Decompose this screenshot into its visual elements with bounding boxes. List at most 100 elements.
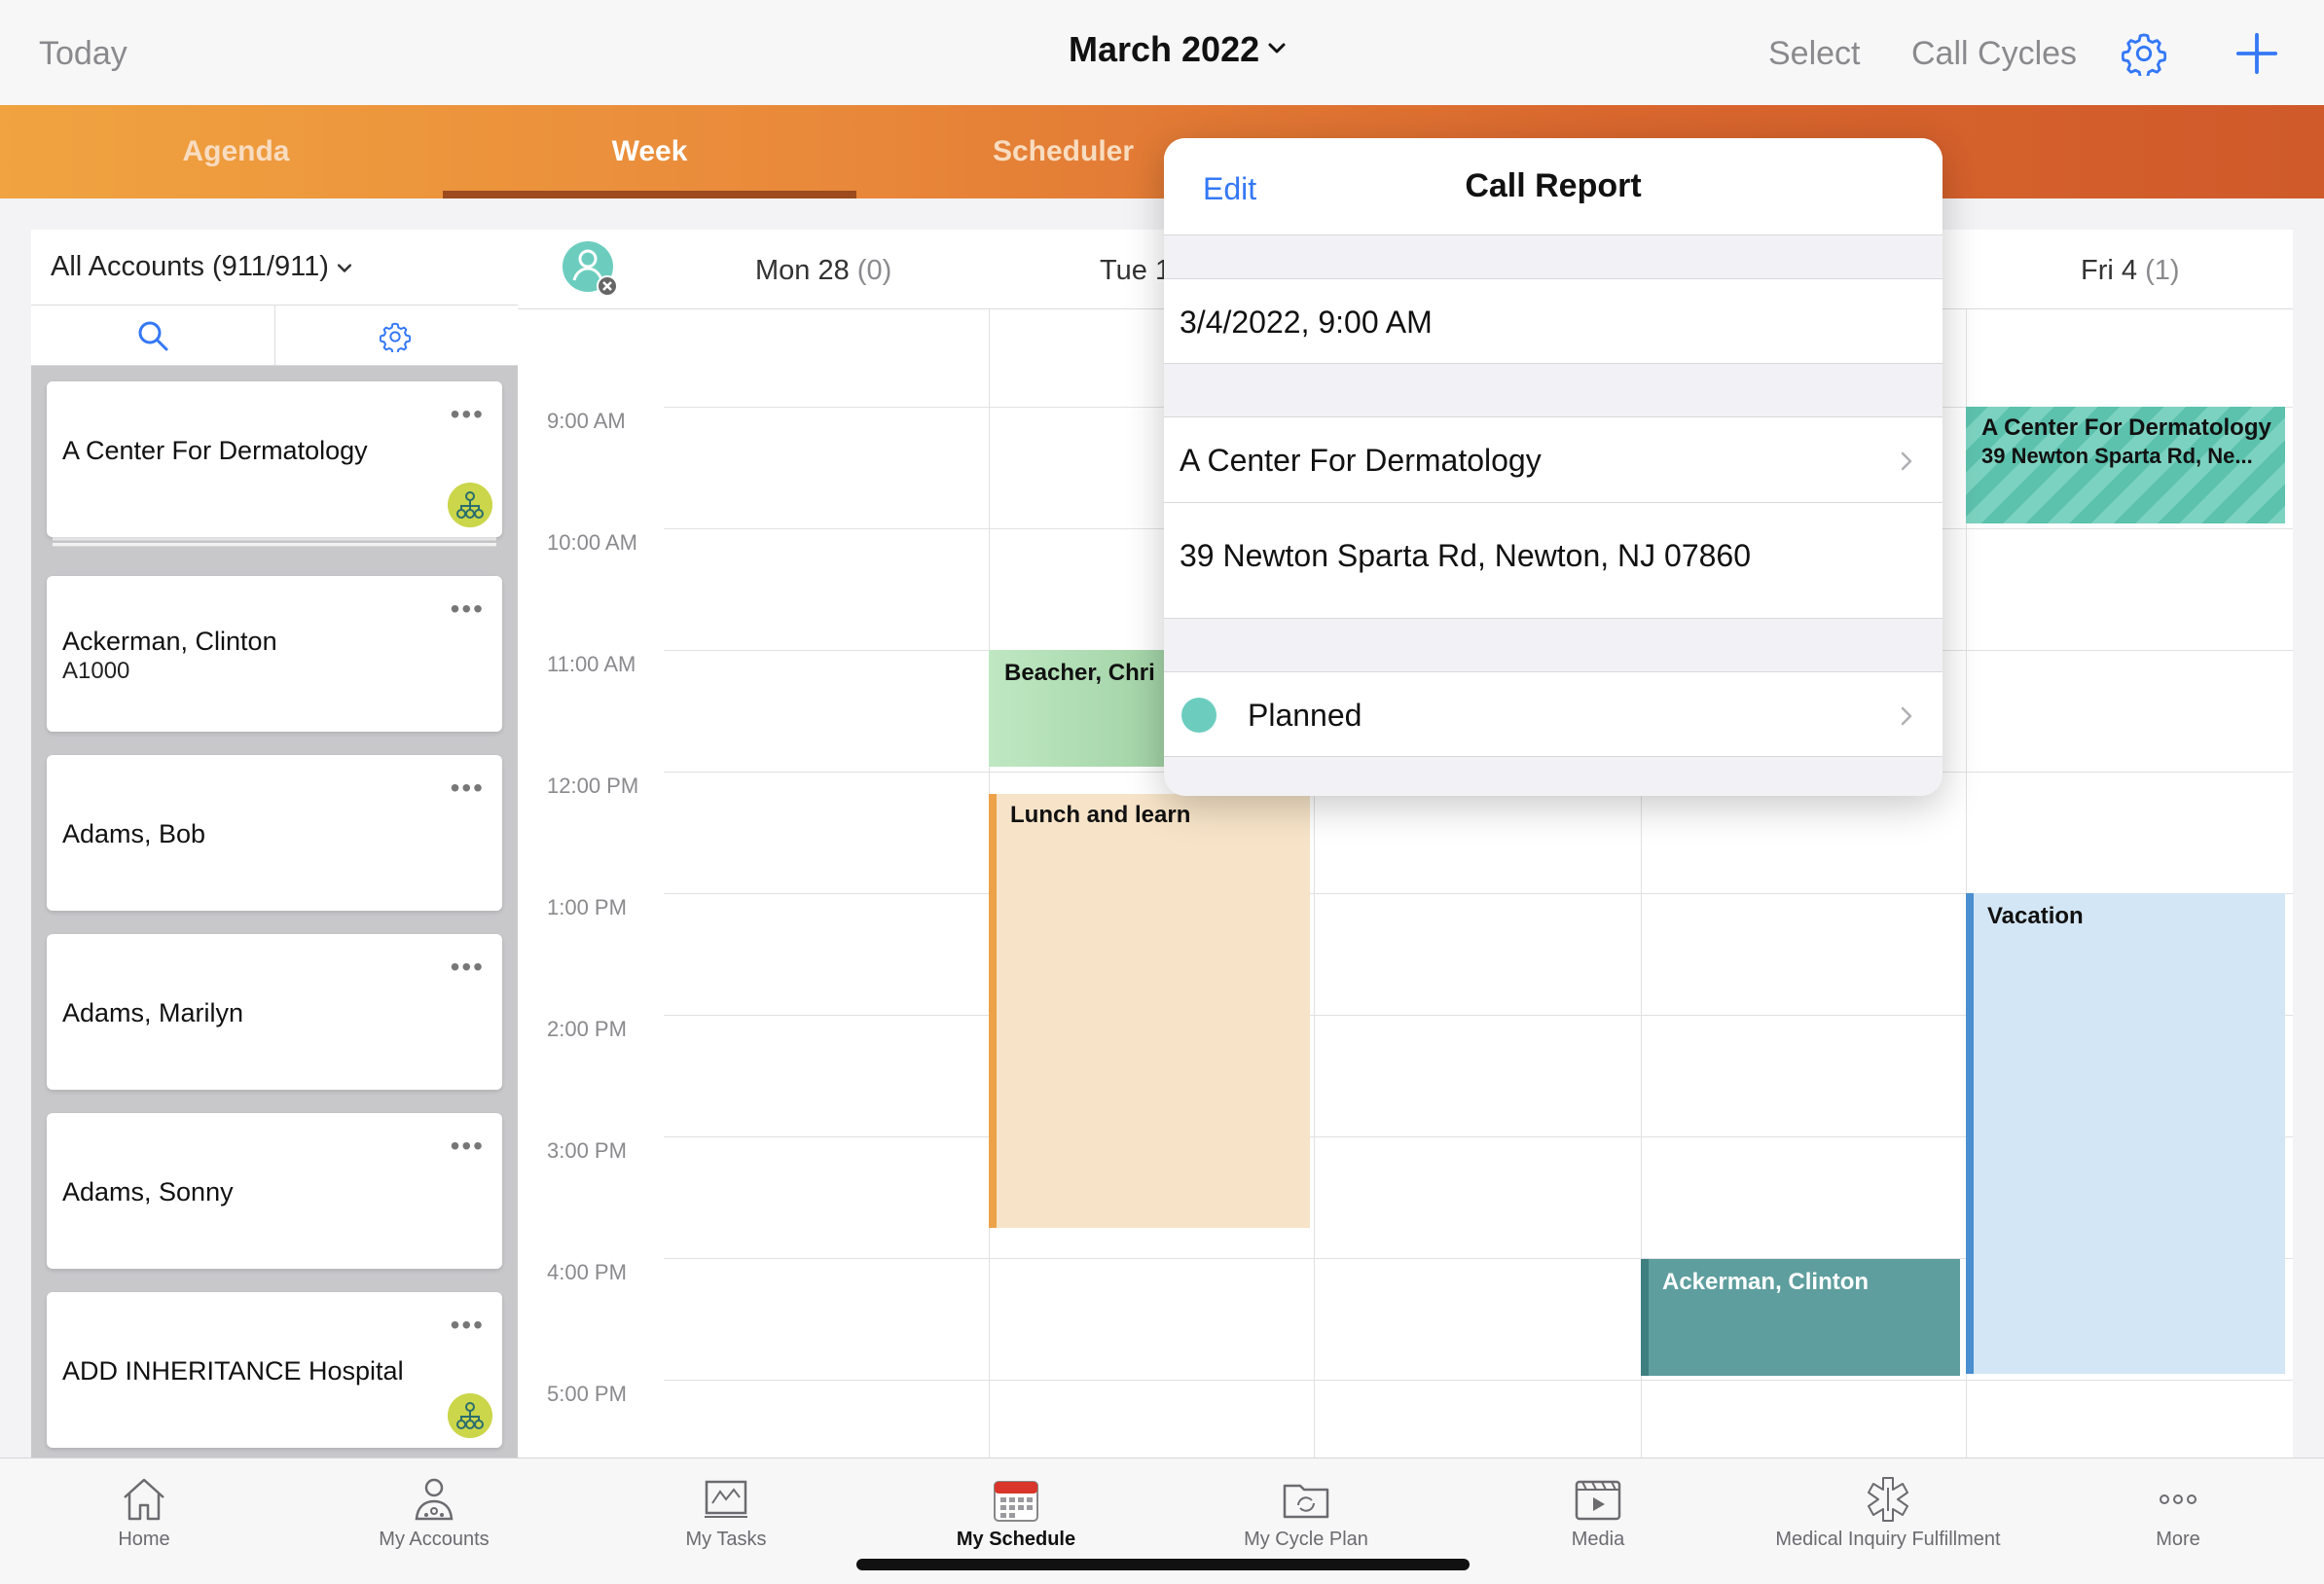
more-icon xyxy=(2160,1494,2197,1504)
tab-week[interactable]: Week xyxy=(443,105,856,198)
hierarchy-icon[interactable] xyxy=(448,483,492,527)
time-label: 11:00 AM xyxy=(547,652,636,676)
accounts-list: A Center For Dermatology ••• Ackerman, C… xyxy=(31,366,518,1459)
chevron-down-icon[interactable] xyxy=(1265,37,1289,60)
divider xyxy=(274,306,275,366)
media-icon xyxy=(1575,1480,1621,1521)
nav-more[interactable]: More xyxy=(2032,1458,2324,1584)
day-label: Mon 28 xyxy=(755,255,850,286)
day-header-fri[interactable]: Fri 4 (1) xyxy=(2081,255,2180,287)
gear-icon[interactable] xyxy=(380,321,411,352)
more-options-icon[interactable]: ••• xyxy=(451,594,485,625)
cycle-plan-icon xyxy=(1283,1484,1329,1519)
tab-agenda[interactable]: Agenda xyxy=(29,105,443,198)
account-address: 39 Newton Sparta Rd, Newton, NJ 07860 xyxy=(1180,538,1751,573)
account-name: Adams, Sonny xyxy=(62,1177,234,1206)
more-options-icon[interactable]: ••• xyxy=(451,1131,485,1162)
account-card[interactable]: Adams, Bob ••• xyxy=(47,755,502,911)
card-stack-edge xyxy=(53,537,496,541)
popover-header: Edit Call Report xyxy=(1164,138,1943,235)
nav-label: Media xyxy=(1571,1529,1625,1550)
account-name: Ackerman, Clinton xyxy=(62,627,277,656)
status-dot xyxy=(1181,698,1216,733)
account-card[interactable]: A Center For Dermatology ••• xyxy=(47,381,502,537)
account-card[interactable]: Adams, Sonny ••• xyxy=(47,1113,502,1269)
nav-my-accounts[interactable]: My Accounts xyxy=(288,1458,580,1584)
popover-title: Call Report xyxy=(1465,167,1642,204)
select-button[interactable]: Select xyxy=(1768,35,1861,73)
nav-media[interactable]: Media xyxy=(1452,1458,1744,1584)
card-stack-edge xyxy=(53,543,496,547)
calendar-event-selected[interactable]: A Center For Dermatology 39 Newton Spart… xyxy=(1966,407,2285,523)
user-avatar-icon[interactable] xyxy=(561,239,619,298)
time-label: 10:00 AM xyxy=(547,530,637,555)
month-selector[interactable]: March 2022 xyxy=(1069,29,1259,70)
view-tab-bar: Agenda Week Scheduler xyxy=(0,105,2324,198)
event-address: 39 Newton Sparta Rd, Ne... xyxy=(1981,444,2253,468)
nav-label: Home xyxy=(118,1529,170,1550)
time-label: 9:00 AM xyxy=(547,409,626,433)
chevron-right-icon xyxy=(1901,451,1912,471)
nav-label: Medical Inquiry Fulfillment xyxy=(1775,1529,2001,1550)
calendar-event[interactable]: Beacher, Chri xyxy=(989,650,1183,767)
account-name: Adams, Bob xyxy=(62,819,206,848)
hierarchy-icon[interactable] xyxy=(448,1393,492,1438)
account-name: A Center For Dermatology xyxy=(1180,443,1542,478)
today-button[interactable]: Today xyxy=(39,35,127,73)
gear-icon[interactable] xyxy=(2122,31,2166,76)
calendar-event[interactable]: Ackerman, Clinton xyxy=(1641,1259,1960,1376)
account-card[interactable]: Adams, Marilyn ••• xyxy=(47,934,502,1090)
nav-label: My Schedule xyxy=(956,1529,1076,1550)
account-row[interactable]: A Center For Dermatology xyxy=(1164,416,1943,502)
calendar-event[interactable]: Vacation xyxy=(1966,893,2285,1374)
accounts-filter-dropdown[interactable]: All Accounts (911/911) xyxy=(51,251,329,283)
address-row: 39 Newton Sparta Rd, Newton, NJ 07860 xyxy=(1164,502,1943,619)
search-icon[interactable] xyxy=(136,319,169,352)
nav-label: My Accounts xyxy=(379,1529,490,1550)
tasks-icon xyxy=(705,1480,747,1518)
account-id: A1000 xyxy=(62,658,130,684)
account-name: ADD INHERITANCE Hospital xyxy=(62,1356,404,1386)
nav-label: More xyxy=(2156,1529,2200,1550)
account-card[interactable]: Ackerman, Clinton A1000 ••• xyxy=(47,576,502,732)
account-card[interactable]: ADD INHERITANCE Hospital ••• xyxy=(47,1292,502,1448)
nav-home[interactable]: Home xyxy=(0,1458,290,1584)
day-count: (1) xyxy=(2145,255,2180,286)
app-root: Today March 2022 Select Call Cycles Agen… xyxy=(0,0,2324,1584)
nav-my-tasks[interactable]: My Tasks xyxy=(580,1458,872,1584)
more-options-icon[interactable]: ••• xyxy=(451,399,485,430)
call-cycles-button[interactable]: Call Cycles xyxy=(1911,35,2077,73)
call-report-popover: Edit Call Report 3/4/2022, 9:00 AM A Cen… xyxy=(1164,138,1943,796)
day-header-tue[interactable]: Tue 1 xyxy=(1100,255,1171,287)
time-label: 1:00 PM xyxy=(547,895,627,919)
call-datetime: 3/4/2022, 9:00 AM xyxy=(1180,305,1433,340)
time-label: 5:00 PM xyxy=(547,1382,627,1406)
day-count: (0) xyxy=(856,255,892,286)
calendar-icon xyxy=(994,1481,1038,1522)
day-label: Fri 4 xyxy=(2081,255,2137,286)
account-name: A Center For Dermatology xyxy=(62,436,368,465)
time-label: 12:00 PM xyxy=(547,774,639,798)
add-icon[interactable] xyxy=(2234,31,2279,76)
medical-icon xyxy=(1868,1477,1908,1522)
accounts-icon xyxy=(415,1478,454,1521)
event-title: A Center For Dermatology xyxy=(1981,414,2271,441)
home-indicator xyxy=(856,1559,1470,1570)
time-label: 3:00 PM xyxy=(547,1138,627,1163)
day-header-mon[interactable]: Mon 28 (0) xyxy=(755,255,891,287)
datetime-row: 3/4/2022, 9:00 AM xyxy=(1164,278,1943,364)
account-name: Adams, Marilyn xyxy=(62,998,244,1027)
more-options-icon[interactable]: ••• xyxy=(451,952,485,983)
calendar-event[interactable]: Lunch and learn xyxy=(989,794,1310,1228)
nav-label: My Cycle Plan xyxy=(1244,1529,1368,1550)
day-label: Tue 1 xyxy=(1100,255,1172,286)
nav-medical-inquiry[interactable]: Medical Inquiry Fulfillment xyxy=(1742,1458,2034,1584)
chevron-right-icon xyxy=(1901,706,1912,726)
status-row[interactable]: Planned xyxy=(1164,671,1943,757)
time-label: 2:00 PM xyxy=(547,1017,627,1041)
more-options-icon[interactable]: ••• xyxy=(451,773,485,804)
more-options-icon[interactable]: ••• xyxy=(451,1310,485,1341)
time-label: 4:00 PM xyxy=(547,1260,627,1284)
chevron-down-icon[interactable] xyxy=(335,259,354,278)
hour-line xyxy=(664,1380,2293,1381)
